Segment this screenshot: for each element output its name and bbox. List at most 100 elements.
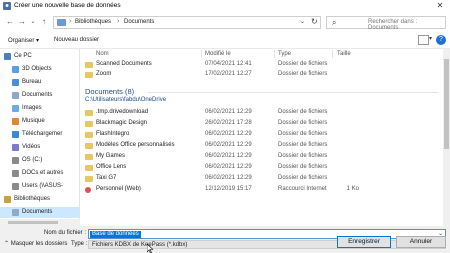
file-row[interactable]: FlashIntegro 06/02/2021 12:29 Dossier de f… <box>80 130 443 140</box>
column-type[interactable]: Type <box>278 51 291 57</box>
file-date: 06/02/2021 12:29 <box>205 142 252 148</box>
file-date: 06/02/2021 12:29 <box>205 153 252 159</box>
folder-icon <box>85 110 93 116</box>
mouse-cursor-icon <box>147 244 153 253</box>
file-type: Dossier de fichiers <box>278 131 328 137</box>
sidebar-item[interactable]: DOCs et autres <box>0 168 79 179</box>
forward-arrow-icon[interactable]: → <box>17 16 27 28</box>
breadcrumb-separator-icon[interactable]: › <box>117 18 119 25</box>
column-divider[interactable] <box>332 50 333 58</box>
column-size[interactable]: Taille <box>337 51 351 57</box>
file-row[interactable]: Zoom 17/02/2021 12:27 Dossier de fichiers <box>80 70 443 80</box>
pc-icon <box>4 53 11 60</box>
view-options-icon[interactable] <box>418 35 429 45</box>
sidebar-item-label: Téléchargemer <box>22 131 63 137</box>
file-name: .tmp.drivedownload <box>96 109 149 115</box>
sidebar-item[interactable]: Musique <box>0 116 79 127</box>
music-icon <box>12 118 19 125</box>
folder-icon <box>85 72 93 78</box>
file-row[interactable]: Office Lens 06/02/2021 12:29 Dossier de fi… <box>80 163 443 173</box>
view-dropdown-icon[interactable]: ▾ <box>429 35 432 42</box>
refresh-icon[interactable]: ↻ <box>311 17 318 26</box>
group-divider <box>148 92 438 93</box>
sidebar-item-label: OS (C:) <box>22 157 43 163</box>
navigation-pane-horizontal-scrollbar[interactable] <box>0 219 80 226</box>
back-arrow-icon[interactable]: ← <box>5 16 15 28</box>
sidebar-item-label: Musique <box>22 118 45 124</box>
column-divider[interactable] <box>201 50 202 58</box>
filename-value[interactable]: Base de données <box>90 231 141 238</box>
file-type: Dossier de fichiers <box>278 175 328 181</box>
file-name: Office Lens <box>96 164 127 170</box>
sidebar-item[interactable]: Documents <box>0 207 79 218</box>
internet-shortcut-icon <box>85 187 91 193</box>
sidebar-item[interactable]: Ce PC <box>0 51 79 62</box>
sidebar-item-label: 3D Objects <box>22 66 52 72</box>
recent-locations-chevron-icon[interactable]: ⌄ <box>28 16 38 28</box>
cancel-button[interactable]: Annuler <box>396 236 446 248</box>
sidebar-item[interactable]: Documents <box>0 90 79 101</box>
file-row[interactable]: Personnel (Web) 12/12/2019 15:17 Raccourci… <box>80 185 443 195</box>
sidebar-item[interactable]: 3D Objects <box>0 64 79 75</box>
column-name[interactable]: Nom <box>96 51 109 57</box>
sidebar-item-label: Images <box>22 105 42 111</box>
new-folder-button[interactable]: Nouveau dossier <box>54 37 99 43</box>
documents-icon <box>12 209 19 216</box>
breadcrumb-documents[interactable]: Documents <box>124 19 154 25</box>
filename-input[interactable]: Base de données ⌄ <box>88 229 446 239</box>
scrollbar-thumb[interactable] <box>444 59 449 149</box>
file-list-vertical-scrollbar[interactable] <box>443 49 450 226</box>
group-header[interactable]: Documents (8) <box>85 87 134 96</box>
file-type: Raccourci Internet <box>278 186 327 192</box>
address-dropdown-icon[interactable]: ⌄ <box>300 18 305 25</box>
file-type: Dossier de fichiers <box>278 71 328 77</box>
search-box[interactable]: ⌕ Rechercher dans : Documents <box>326 16 446 31</box>
file-date: 26/02/2021 17:28 <box>205 120 252 126</box>
file-type-select[interactable]: Fichiers KDBX de KeePass (*.kdbx) ⌄ <box>88 240 446 249</box>
sidebar-item[interactable]: Bureau <box>0 77 79 88</box>
hide-folders-label: Masquer les dossiers <box>10 241 68 247</box>
hide-folders-button[interactable]: ⌃ Masquer les dossiers <box>4 240 67 247</box>
folder-icon <box>85 132 93 138</box>
file-type-value: Fichiers KDBX de KeePass (*.kdbx) <box>92 242 188 248</box>
file-name: Zoom <box>96 71 112 77</box>
sidebar-item[interactable]: OS (C:) <box>0 155 79 166</box>
breadcrumb-separator-icon[interactable]: › <box>69 18 71 25</box>
file-list: Nom Modifié le Type Taille Scanned Docum… <box>80 49 443 226</box>
navigation-bar: ← → ⌄ ↑ › Bibliothèques › Documents ⌄ ↻ … <box>0 12 450 32</box>
navigation-pane: Ce PC 3D Objects Bureau Documents Images Musi… <box>0 49 80 226</box>
file-row[interactable]: Scanned Documents 07/04/2021 12:41 Dossier… <box>80 60 443 70</box>
file-row[interactable]: Modèles Office personnalisés 06/02/2021 1… <box>80 141 443 151</box>
folder-icon <box>85 154 93 160</box>
file-row[interactable]: My Games 06/02/2021 12:29 Dossier de fichi… <box>80 152 443 162</box>
file-date: 06/02/2021 12:29 <box>205 175 252 181</box>
search-input[interactable]: Rechercher dans : Documents <box>368 19 445 31</box>
breadcrumb-libraries[interactable]: Bibliothèques <box>75 19 111 25</box>
library-folder-icon <box>57 19 66 26</box>
folder-icon <box>85 121 93 127</box>
sidebar-item[interactable]: Téléchargemer <box>0 129 79 140</box>
organize-button[interactable]: Organiser ▾ <box>8 37 39 44</box>
column-modified[interactable]: Modifié le <box>205 51 231 57</box>
column-divider[interactable] <box>274 50 275 58</box>
sidebar-item[interactable]: Bibliothèques <box>0 194 79 205</box>
file-type: Dossier de fichiers <box>278 142 328 148</box>
help-icon[interactable]: ? <box>436 35 446 45</box>
up-arrow-icon[interactable]: ↑ <box>39 16 49 28</box>
save-button[interactable]: Enregistrer <box>337 236 391 248</box>
sidebar-item[interactable]: Vidéos <box>0 142 79 153</box>
file-row[interactable]: Taxi G7 06/02/2021 12:29 Dossier de fichie… <box>80 174 443 184</box>
sidebar-item[interactable]: Users (\\ASUS- <box>0 181 79 192</box>
sidebar-item-label: Vidéos <box>22 144 41 150</box>
type-label: Type : <box>71 241 88 247</box>
address-bar[interactable]: › Bibliothèques › Documents ⌄ ↻ <box>53 16 321 29</box>
file-type: Dossier de fichiers <box>278 61 328 67</box>
close-icon[interactable]: ✕ <box>433 1 447 11</box>
file-row[interactable]: Blackmagic Design 26/02/2021 17:28 Dossier… <box>80 119 443 129</box>
scrollbar-thumb[interactable] <box>8 221 58 224</box>
keepass-app-icon <box>3 2 11 10</box>
file-row[interactable]: .tmp.drivedownload 06/02/2021 12:29 Dossie… <box>80 108 443 118</box>
sidebar-item-label: Bibliothèques <box>14 196 51 202</box>
sidebar-item[interactable]: Images <box>0 103 79 114</box>
file-type: Dossier de fichiers <box>278 164 328 170</box>
